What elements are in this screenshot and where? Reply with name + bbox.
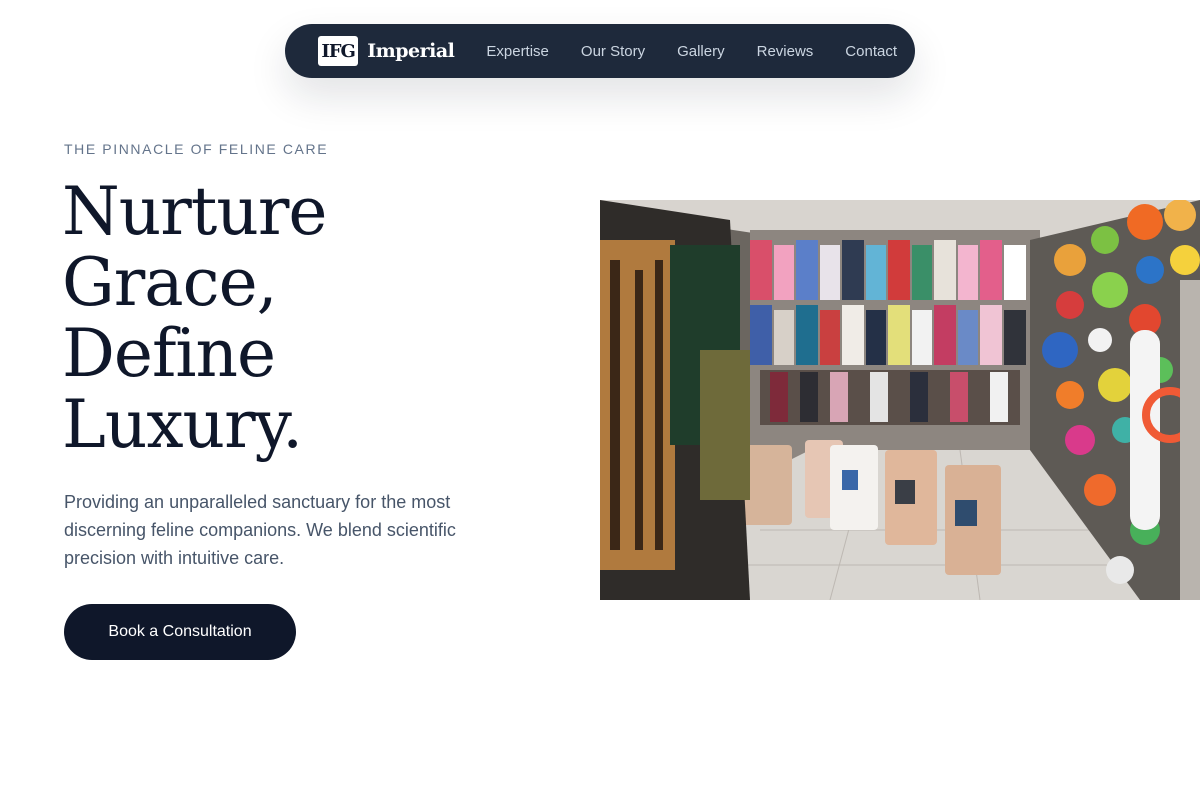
nav-link-expertise[interactable]: Expertise bbox=[486, 43, 549, 60]
nav-link-our-story[interactable]: Our Story bbox=[581, 43, 645, 60]
headline-line: Luxury. bbox=[62, 386, 303, 463]
nav-link-reviews[interactable]: Reviews bbox=[757, 43, 814, 60]
hero-description: Providing an unparalleled sanctuary for … bbox=[64, 492, 456, 568]
book-consultation-button[interactable]: Book a Consultation bbox=[64, 604, 296, 660]
hero-image bbox=[600, 200, 1200, 600]
nav-links: Expertise Our Story Gallery Reviews Cont… bbox=[472, 43, 915, 60]
nav-link-contact[interactable]: Contact bbox=[845, 43, 897, 60]
hero-headline: Nurture Grace, Define Luxury. bbox=[62, 176, 542, 460]
hero-eyebrow: THE PINNACLE OF FELINE CARE bbox=[64, 141, 329, 157]
top-navigation: IFG Imperial Expertise Our Story Gallery… bbox=[285, 24, 915, 78]
logo-mark[interactable]: IFG bbox=[318, 36, 359, 66]
headline-line: Grace, bbox=[62, 244, 278, 321]
pet-shop-photo bbox=[600, 200, 1200, 600]
headline-line: Nurture bbox=[62, 173, 327, 250]
nav-link-gallery[interactable]: Gallery bbox=[677, 43, 725, 60]
page: IFG Imperial Expertise Our Story Gallery… bbox=[0, 0, 1200, 800]
headline-line: Define bbox=[62, 315, 276, 392]
brand-name[interactable]: Imperial bbox=[367, 40, 455, 62]
